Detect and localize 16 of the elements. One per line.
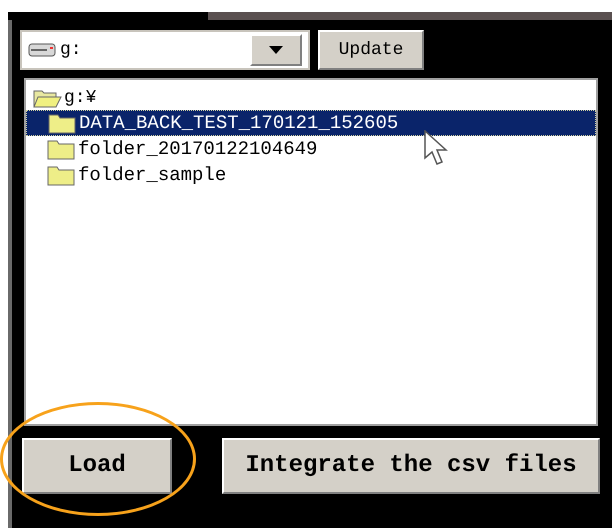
load-button[interactable]: Load	[22, 438, 172, 494]
drive-value: g:	[60, 38, 83, 62]
dropdown-button[interactable]	[250, 34, 302, 66]
folder-icon	[46, 138, 76, 160]
integrate-button[interactable]: Integrate the csv files	[222, 438, 600, 494]
tree-root-label[interactable]: g:¥	[64, 84, 96, 112]
folder-icon	[47, 112, 77, 134]
caret-icon	[269, 46, 283, 54]
folder-row[interactable]: folder_20170122104649	[26, 136, 596, 162]
folder-row[interactable]: folder_sample	[26, 162, 596, 188]
drive-icon	[28, 42, 56, 58]
folder-icon	[46, 164, 76, 186]
folder-row[interactable]: DATA_BACK_TEST_170121_152605	[26, 110, 596, 136]
cursor-icon	[424, 130, 450, 166]
update-button[interactable]: Update	[318, 30, 424, 70]
drive-dropdown[interactable]: g:	[20, 30, 310, 70]
